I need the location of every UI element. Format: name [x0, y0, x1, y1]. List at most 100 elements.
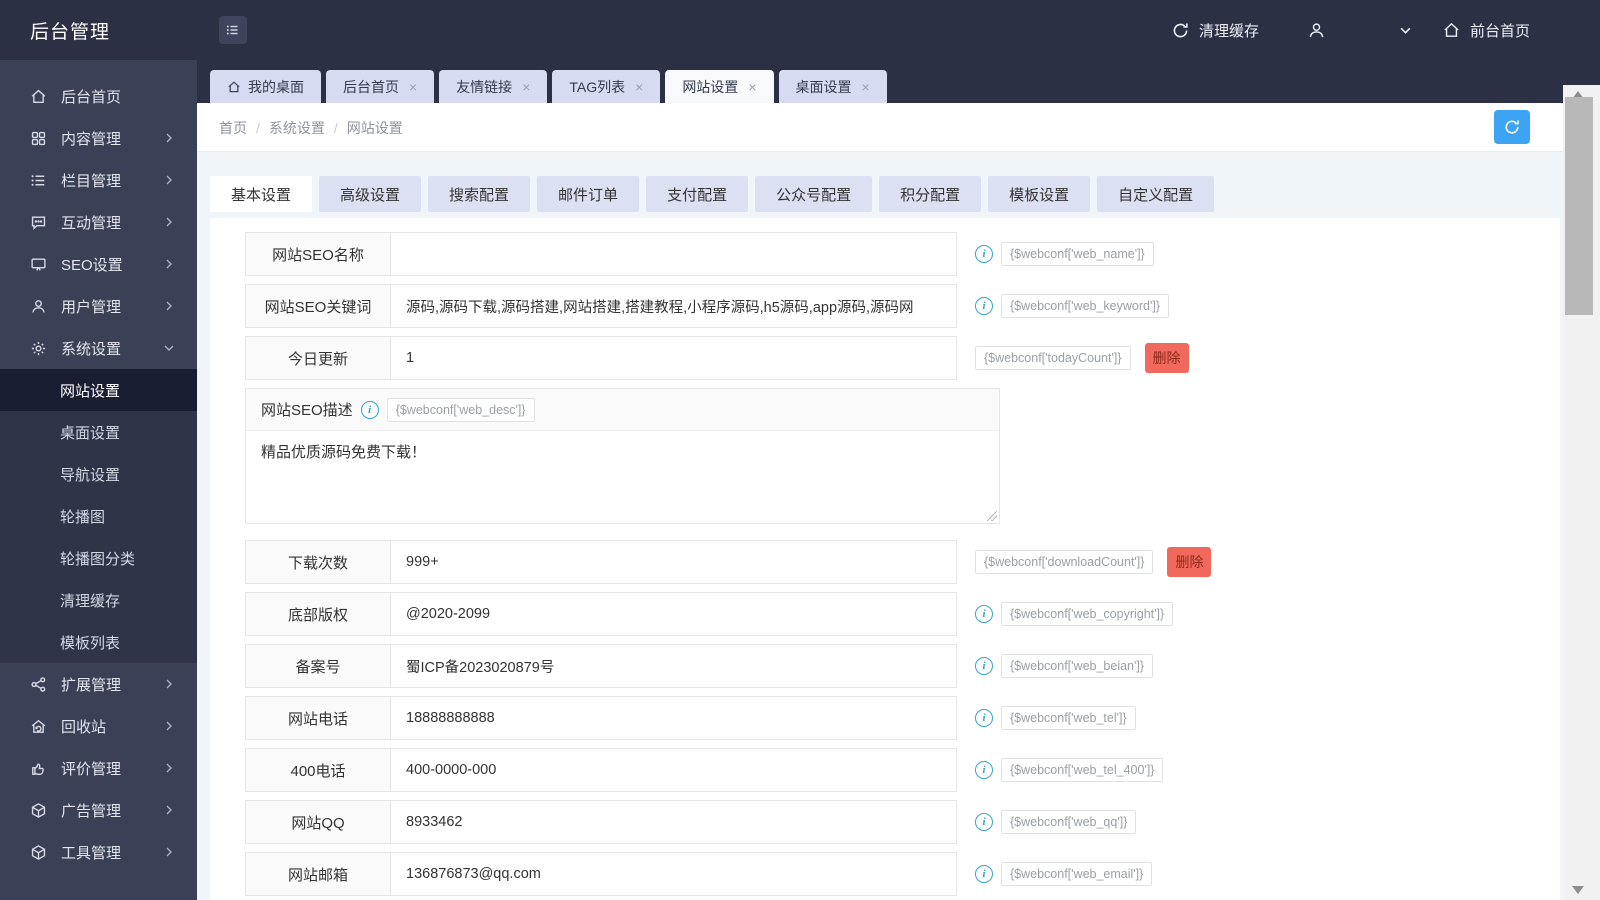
sidebar-subitem-label: 桌面设置 — [60, 424, 121, 442]
window-tab-3[interactable]: TAG列表 × — [552, 70, 661, 103]
admin-app: 后台管理 清理缓存 前台首页 后台首页 内容管理 栏目管理 互动管理 SEO设置 用户管理… — [0, 0, 1600, 900]
front-home-link[interactable]: 前台首页 — [1442, 20, 1530, 41]
refresh-page-button[interactable] — [1494, 110, 1530, 144]
settings-tab-2[interactable]: 搜索配置 — [428, 176, 531, 212]
close-icon[interactable]: × — [748, 80, 756, 94]
sidebar-item-4[interactable]: SEO设置 — [0, 243, 197, 285]
settings-tabs: 基本设置 高级设置 搜索配置 邮件订单 支付配置 公众号配置 积分配置 模板设置 自定义配置 — [210, 176, 1221, 212]
settings-tab-1[interactable]: 高级设置 — [319, 176, 422, 212]
delete-button[interactable]: 删除 — [1144, 343, 1189, 373]
window-tab-4[interactable]: 网站设置 × — [665, 70, 774, 103]
field-label: 网站电话 — [246, 697, 391, 739]
chevron-down-icon — [1399, 24, 1412, 37]
settings-tab-3[interactable]: 邮件订单 — [537, 176, 640, 212]
scroll-down-arrow-icon[interactable] — [1572, 886, 1584, 894]
scrollbar — [1563, 85, 1600, 900]
breadcrumb-item-2[interactable]: 网站设置 — [347, 118, 403, 138]
sidebar-subitem-1[interactable]: 桌面设置 — [0, 411, 197, 453]
info-icon[interactable]: i — [975, 709, 993, 727]
field-annex: i {$webconf['web_tel']} — [975, 706, 1136, 730]
info-icon[interactable]: i — [975, 245, 993, 263]
breadcrumb-item-1[interactable]: 系统设置 — [269, 118, 325, 138]
field-annex: i {$webconf['web_email']} — [975, 862, 1153, 886]
sidebar-subitem-6[interactable]: 模板列表 — [0, 621, 197, 663]
info-icon[interactable]: i — [975, 813, 993, 831]
sidebar-item-0[interactable]: 后台首页 — [0, 75, 197, 117]
user-icon — [30, 298, 47, 315]
sidebar-item-8[interactable]: 扩展管理 — [0, 663, 197, 705]
form-row: 网站SEO关键词 i {$webconf['web_keyword']} — [245, 284, 1560, 328]
info-icon[interactable]: i — [975, 657, 993, 675]
settings-tab-6[interactable]: 积分配置 — [879, 176, 982, 212]
info-icon[interactable]: i — [975, 865, 993, 883]
form-row: 网站QQ i {$webconf['web_qq']} — [245, 800, 1560, 844]
scrollbar-thumb[interactable] — [1565, 97, 1593, 315]
form-row: 网站SEO名称 i {$webconf['web_name']} — [245, 232, 1560, 276]
form-textarea-block: 网站SEO描述 i {$webconf['web_desc']} 精品优质源码免费下载… — [245, 388, 1000, 524]
close-icon[interactable]: × — [635, 80, 643, 94]
sidebar-item-5[interactable]: 用户管理 — [0, 285, 197, 327]
sidebar-subitem-2[interactable]: 导航设置 — [0, 453, 197, 495]
settings-tab-5[interactable]: 公众号配置 — [755, 176, 873, 212]
sidebar-subitem-5[interactable]: 清理缓存 — [0, 579, 197, 621]
settings-tab-0[interactable]: 基本设置 — [210, 176, 313, 212]
user-menu[interactable] — [1307, 21, 1412, 40]
template-tag: {$webconf['web_qq']} — [1001, 810, 1137, 834]
sidebar-subitem-4[interactable]: 轮播图分类 — [0, 537, 197, 579]
chevron-right-icon — [163, 300, 175, 312]
window-tab-1[interactable]: 后台首页 × — [326, 70, 435, 103]
field-label: 下载次数 — [246, 541, 391, 583]
field-input[interactable] — [391, 593, 956, 635]
field-input[interactable] — [391, 233, 956, 275]
window-tab-5[interactable]: 桌面设置 × — [778, 70, 887, 103]
sidebar-item-12[interactable]: 工具管理 — [0, 831, 197, 873]
window-tab-2[interactable]: 友情链接 × — [439, 70, 548, 103]
settings-tab-4[interactable]: 支付配置 — [646, 176, 749, 212]
field-input[interactable] — [391, 749, 956, 791]
close-icon[interactable]: × — [522, 80, 530, 94]
info-icon[interactable]: i — [975, 605, 993, 623]
field-input[interactable] — [391, 337, 956, 379]
settings-tab-8[interactable]: 自定义配置 — [1097, 176, 1215, 212]
field-label: 网站SEO描述 — [261, 402, 353, 419]
main-content: 基本设置 高级设置 搜索配置 邮件订单 支付配置 公众号配置 积分配置 模板设置 自定义配置 网… — [197, 152, 1563, 900]
close-icon[interactable]: × — [409, 80, 417, 94]
field-input[interactable] — [391, 801, 956, 843]
field-input[interactable] — [391, 697, 956, 739]
field-textarea[interactable]: 精品优质源码免费下载！ — [246, 431, 999, 523]
close-icon[interactable]: × — [862, 80, 870, 94]
settings-tab-7[interactable]: 模板设置 — [988, 176, 1091, 212]
sidebar-item-6[interactable]: 系统设置 — [0, 327, 197, 369]
breadcrumb-item-0[interactable]: 首页 — [219, 118, 247, 138]
resize-handle-icon[interactable] — [987, 511, 997, 521]
delete-button[interactable]: 删除 — [1167, 547, 1212, 577]
sidebar-item-2[interactable]: 栏目管理 — [0, 159, 197, 201]
sidebar-item-1[interactable]: 内容管理 — [0, 117, 197, 159]
sidebar-item-11[interactable]: 广告管理 — [0, 789, 197, 831]
field-label: 网站SEO关键词 — [246, 285, 391, 327]
clear-cache-button[interactable]: 清理缓存 — [1171, 20, 1259, 41]
sidebar-subitem-3[interactable]: 轮播图 — [0, 495, 197, 537]
template-tag: {$webconf['web_keyword']} — [1001, 294, 1170, 318]
info-icon[interactable]: i — [975, 761, 993, 779]
form-row: 下载次数 {$webconf['downloadCount']} 删除 — [245, 540, 1560, 584]
hamburger-icon — [225, 22, 241, 38]
field-input[interactable] — [391, 285, 956, 327]
info-icon[interactable]: i — [360, 400, 379, 419]
sidebar-item-3[interactable]: 互动管理 — [0, 201, 197, 243]
sidebar-item-label: 回收站 — [61, 718, 107, 736]
recycle-icon — [30, 718, 47, 735]
field-annex: i {$webconf['web_copyright']} — [975, 602, 1174, 626]
sidebar-item-9[interactable]: 回收站 — [0, 705, 197, 747]
info-icon[interactable]: i — [975, 297, 993, 315]
field-input[interactable] — [391, 541, 956, 583]
sidebar-submenu: 网站设置桌面设置导航设置 轮播图 轮播图分类 清理缓存 模板列表 — [0, 369, 197, 663]
sidebar-item-10[interactable]: 评价管理 — [0, 747, 197, 789]
chevron-right-icon — [163, 720, 175, 732]
sidebar-toggle-button[interactable] — [219, 16, 247, 44]
sidebar-subitem-0[interactable]: 网站设置 — [0, 369, 197, 411]
field-input[interactable] — [391, 853, 956, 895]
field-input[interactable] — [391, 645, 956, 687]
window-tab-0[interactable]: 我的桌面 — [210, 70, 321, 103]
field-label: 网站邮箱 — [246, 853, 391, 895]
